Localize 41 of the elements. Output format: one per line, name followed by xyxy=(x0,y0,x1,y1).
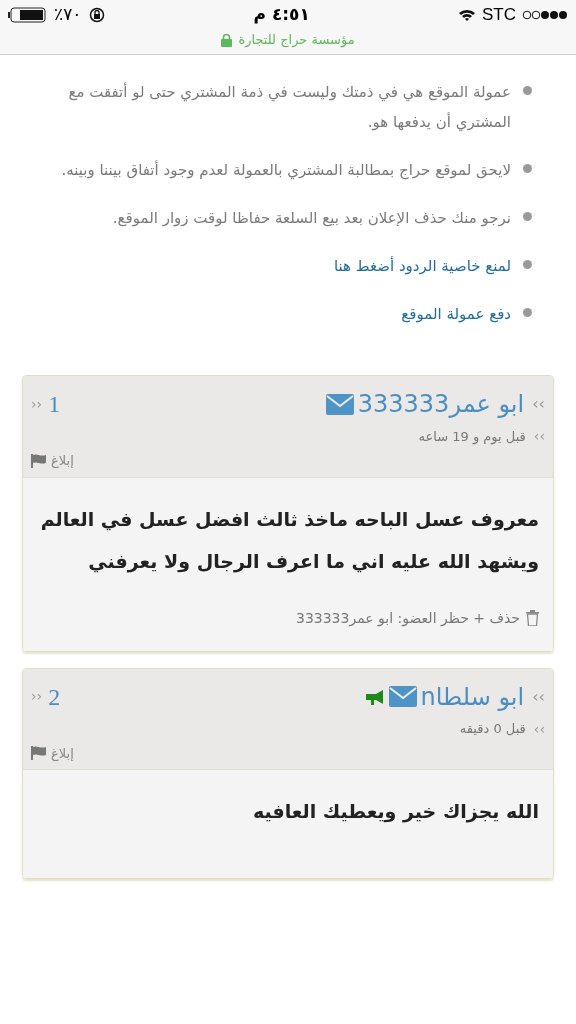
bullet-icon xyxy=(523,212,532,221)
chevron-mark: ›› xyxy=(532,685,545,708)
author-link[interactable]: ابو عمر333333 xyxy=(357,386,525,422)
author-link[interactable]: ابو سلطاn xyxy=(420,678,525,715)
report-link[interactable]: إبلاغ xyxy=(51,743,74,763)
chevron-mark: ›› xyxy=(533,719,545,739)
chevron-mark: ›› xyxy=(533,427,545,446)
post-time: قبل يوم و 19 ساعه xyxy=(418,427,526,447)
trash-icon[interactable] xyxy=(526,610,539,626)
post-text: معروف عسل الباحه ماخذ ثالث افضل عسل في العالم xyxy=(39,506,539,533)
post-time: قبل 0 دقيقه xyxy=(459,720,526,739)
battery-percent: ٪٧٠ xyxy=(54,3,82,27)
link[interactable]: لمنع خاصية الردود أضغط هنا xyxy=(334,251,511,281)
bullet-icon xyxy=(523,164,532,173)
post-number[interactable]: 2 xyxy=(48,678,61,715)
note-text: عمولة الموقع هي في ذمتك وليست في ذمة المشتري حتى لو أتفقت مع المشتري أن يدفعها هو. xyxy=(67,81,511,134)
chevron-mark: ›› xyxy=(532,393,545,415)
envelope-icon[interactable] xyxy=(388,686,417,707)
post-text: الله يجزاك خير ويعطيك العافيه xyxy=(251,799,539,825)
envelope-icon[interactable] xyxy=(325,393,354,415)
chevron-mark: ›› xyxy=(31,394,43,414)
link[interactable]: دفع عمولة الموقع xyxy=(401,299,511,329)
flag-icon[interactable] xyxy=(31,453,47,468)
note-text: نرجو منك حذف الإعلان بعد بيع السلعة حفاظا لوقت زوار الموقع. xyxy=(112,208,511,229)
carrier-name: STC xyxy=(482,4,516,27)
report-link[interactable]: إبلاغ xyxy=(51,451,74,471)
chevron-mark: ›› xyxy=(31,687,43,706)
note-text: لايحق لموقع حراج بمطالبة المشتري بالعمولة لعدم وجود أتفاق بيننا وبينه. xyxy=(61,159,511,182)
wifi-icon xyxy=(458,8,476,22)
bullet-icon xyxy=(523,308,532,317)
delete-ban-link[interactable]: حذف + حظر العضو: ابو عمر333333 xyxy=(296,607,520,629)
bullet-icon xyxy=(523,260,532,269)
battery-icon xyxy=(8,7,46,23)
post-number[interactable]: 1 xyxy=(48,386,61,422)
signal-icon xyxy=(522,10,568,20)
clock-time: ٤:٥١ م xyxy=(253,3,310,27)
page-title: مؤسسة حراج للتجارة xyxy=(238,31,355,50)
rotation-lock-icon xyxy=(89,7,106,23)
bullet-icon xyxy=(523,86,532,95)
post-text: ويشهد الله عليه اني ما اعرف الرجال ولا يعرفني xyxy=(87,548,539,575)
flag-icon[interactable] xyxy=(31,746,47,761)
